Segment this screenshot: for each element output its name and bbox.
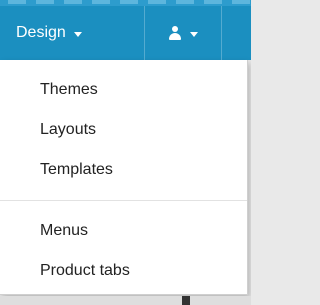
design-dropdown-menu: Themes Layouts Templates Menus Product t… <box>0 60 248 295</box>
user-menu-toggle[interactable] <box>144 6 222 60</box>
strip-segment <box>92 0 110 4</box>
menu-item-layouts[interactable]: Layouts <box>40 121 96 139</box>
menu-item-templates[interactable]: Templates <box>40 161 113 179</box>
top-navbar: Design <box>0 0 251 60</box>
menu-item-menus[interactable]: Menus <box>40 222 88 240</box>
strip-segment <box>36 0 54 4</box>
strip-segment <box>120 0 138 4</box>
chevron-down-icon <box>73 31 82 37</box>
page-background-detail <box>182 296 190 305</box>
user-icon-head <box>172 26 178 32</box>
strip-segment <box>232 0 250 4</box>
strip-segment <box>204 0 222 4</box>
strip-segment <box>176 0 194 4</box>
design-menu-toggle[interactable]: Design <box>16 6 136 60</box>
menu-item-themes[interactable]: Themes <box>40 81 98 99</box>
chevron-down-icon <box>190 31 198 37</box>
strip-segment <box>148 0 166 4</box>
user-icon-body <box>169 33 181 40</box>
strip-segment <box>8 0 26 4</box>
strip-segment <box>64 0 82 4</box>
page-background-strip <box>0 296 251 305</box>
menu-divider <box>0 200 247 201</box>
user-icon <box>168 26 182 40</box>
menu-item-product-tabs[interactable]: Product tabs <box>40 262 130 280</box>
screen: Design Themes Layouts Templates Menus Pr… <box>0 0 251 305</box>
design-label: Design <box>16 24 66 41</box>
